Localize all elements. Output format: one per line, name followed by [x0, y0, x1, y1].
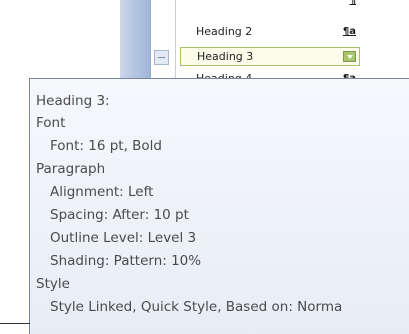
screen: ¶ Heading 2 ¶a Heading 3 Heading 4 ¶a He… — [0, 0, 409, 334]
chevron-down-icon — [347, 55, 353, 59]
scrollbar-thumb[interactable] — [154, 50, 169, 65]
pane-left-gutter — [120, 0, 150, 80]
linked-style-icon: ¶a — [342, 26, 356, 37]
outline-level-detail: Outline Level: Level 3 — [50, 230, 197, 246]
style-item-heading-2[interactable]: Heading 2 ¶a — [180, 23, 360, 41]
style-item-heading-3[interactable]: Heading 3 — [180, 47, 360, 66]
pane-divider — [150, 0, 151, 80]
style-tooltip: Heading 3: Font Font: 16 pt, Bold Paragr… — [29, 78, 409, 334]
font-detail: Font: 16 pt, Bold — [50, 138, 162, 154]
alignment-detail: Alignment: Left — [50, 184, 154, 200]
style-item-label: Heading 2 — [196, 25, 253, 38]
style-item-label: Heading 3 — [197, 50, 254, 63]
paragraph-mark-icon: ¶ — [349, 0, 356, 6]
section-header-font: Font — [36, 115, 66, 131]
divider — [0, 323, 30, 324]
styles-list-pane: ¶ Heading 2 ¶a Heading 3 Heading 4 ¶a — [175, 0, 409, 85]
section-header-paragraph: Paragraph — [36, 161, 106, 177]
shading-detail: Shading: Pattern: 10% — [50, 253, 202, 269]
tooltip-title: Heading 3: — [36, 93, 110, 109]
scroll-grip-icon — [158, 57, 165, 58]
style-dropdown-button[interactable] — [343, 51, 356, 62]
style-detail: Style Linked, Quick Style, Based on: Nor… — [50, 299, 343, 315]
style-item-partial[interactable]: ¶ — [180, 0, 360, 10]
section-header-style: Style — [36, 276, 70, 292]
spacing-detail: Spacing: After: 10 pt — [50, 207, 189, 223]
